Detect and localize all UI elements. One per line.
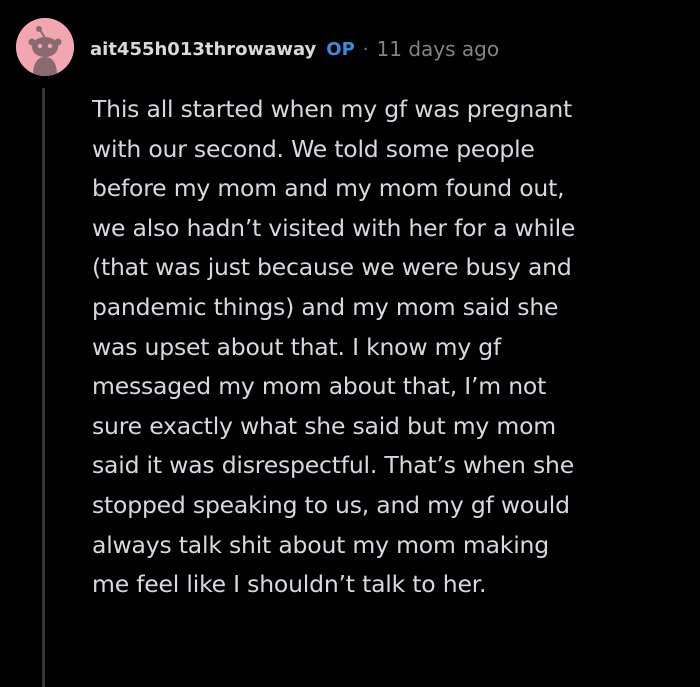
comment-timestamp[interactable]: 11 days ago <box>377 37 500 61</box>
comment-body-line: This all started when my gf was pregnant <box>92 95 573 123</box>
comment-body-line: stopped speaking to us, and my gf would <box>92 490 570 519</box>
meta-separator: · <box>362 38 369 60</box>
thread-collapse-line[interactable] <box>42 88 45 687</box>
comment-body-line: (that was just because we were busy and <box>92 253 572 282</box>
comment-body-line: with our second. We told some people <box>92 134 535 163</box>
comment-body-line: said it was disrespectful. That’s when s… <box>92 451 574 480</box>
comment-body: This all started when my gf was pregnant… <box>92 90 692 605</box>
user-avatar[interactable] <box>16 18 74 76</box>
comment-body-line: sure exactly what she said but my mom <box>92 411 556 440</box>
comment-body-line: always talk shit about my mom making <box>92 530 549 559</box>
op-badge: OP <box>326 38 355 60</box>
comment-body-line: was upset about that. I know my gf <box>92 332 502 361</box>
comment-body-line: before my mom and my mom found out, <box>92 174 565 203</box>
comment-body-line: we also hadn’t visited with her for a wh… <box>92 213 576 242</box>
comment-body-line: pandemic things) and my mom said she <box>92 292 559 321</box>
username-link[interactable]: ait455h013throwaway <box>90 39 316 60</box>
comment: ait455h013throwaway OP · 11 days ago Thi… <box>0 0 700 687</box>
snoo-avatar-icon <box>16 18 74 76</box>
comment-meta: ait455h013throwaway OP · 11 days ago <box>90 34 499 64</box>
comment-body-line: messaged my mom about that, I’m not <box>92 372 547 401</box>
comment-body-line: me feel like I shouldn’t talk to her. <box>92 570 487 599</box>
